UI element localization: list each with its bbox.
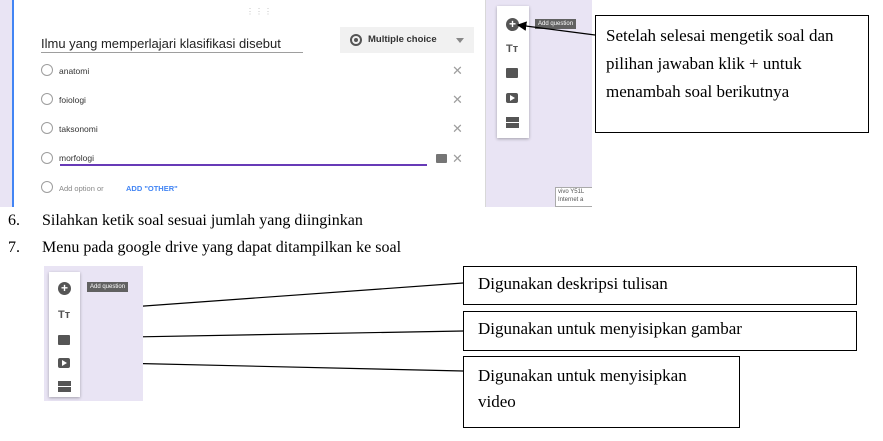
add-question-tooltip: Add question <box>87 282 129 292</box>
title-text-icon[interactable]: Tт <box>58 309 70 321</box>
step-number: 7. <box>8 239 20 256</box>
step-number: 6. <box>8 212 20 229</box>
callout-video: Digunakan untuk menyisipkan video <box>463 356 740 428</box>
callout-image: Digunakan untuk menyisipkan gambar <box>463 311 857 351</box>
section-icon[interactable] <box>58 381 71 392</box>
toolbar-screenshot: + Tт Add question <box>44 266 143 401</box>
image-icon[interactable] <box>58 335 70 345</box>
callout-title-description: Digunakan deskripsi tulisan <box>463 266 857 305</box>
arrow-to-add-icon <box>516 21 596 36</box>
step-text: Menu pada google drive yang dapat ditamp… <box>42 239 402 256</box>
side-toolbar: + Tт <box>49 272 80 397</box>
plus-circle-icon[interactable]: + <box>58 282 71 295</box>
step-text: Silahkan ketik soal sesuai jumlah yang d… <box>42 212 363 229</box>
video-icon[interactable] <box>58 358 70 368</box>
